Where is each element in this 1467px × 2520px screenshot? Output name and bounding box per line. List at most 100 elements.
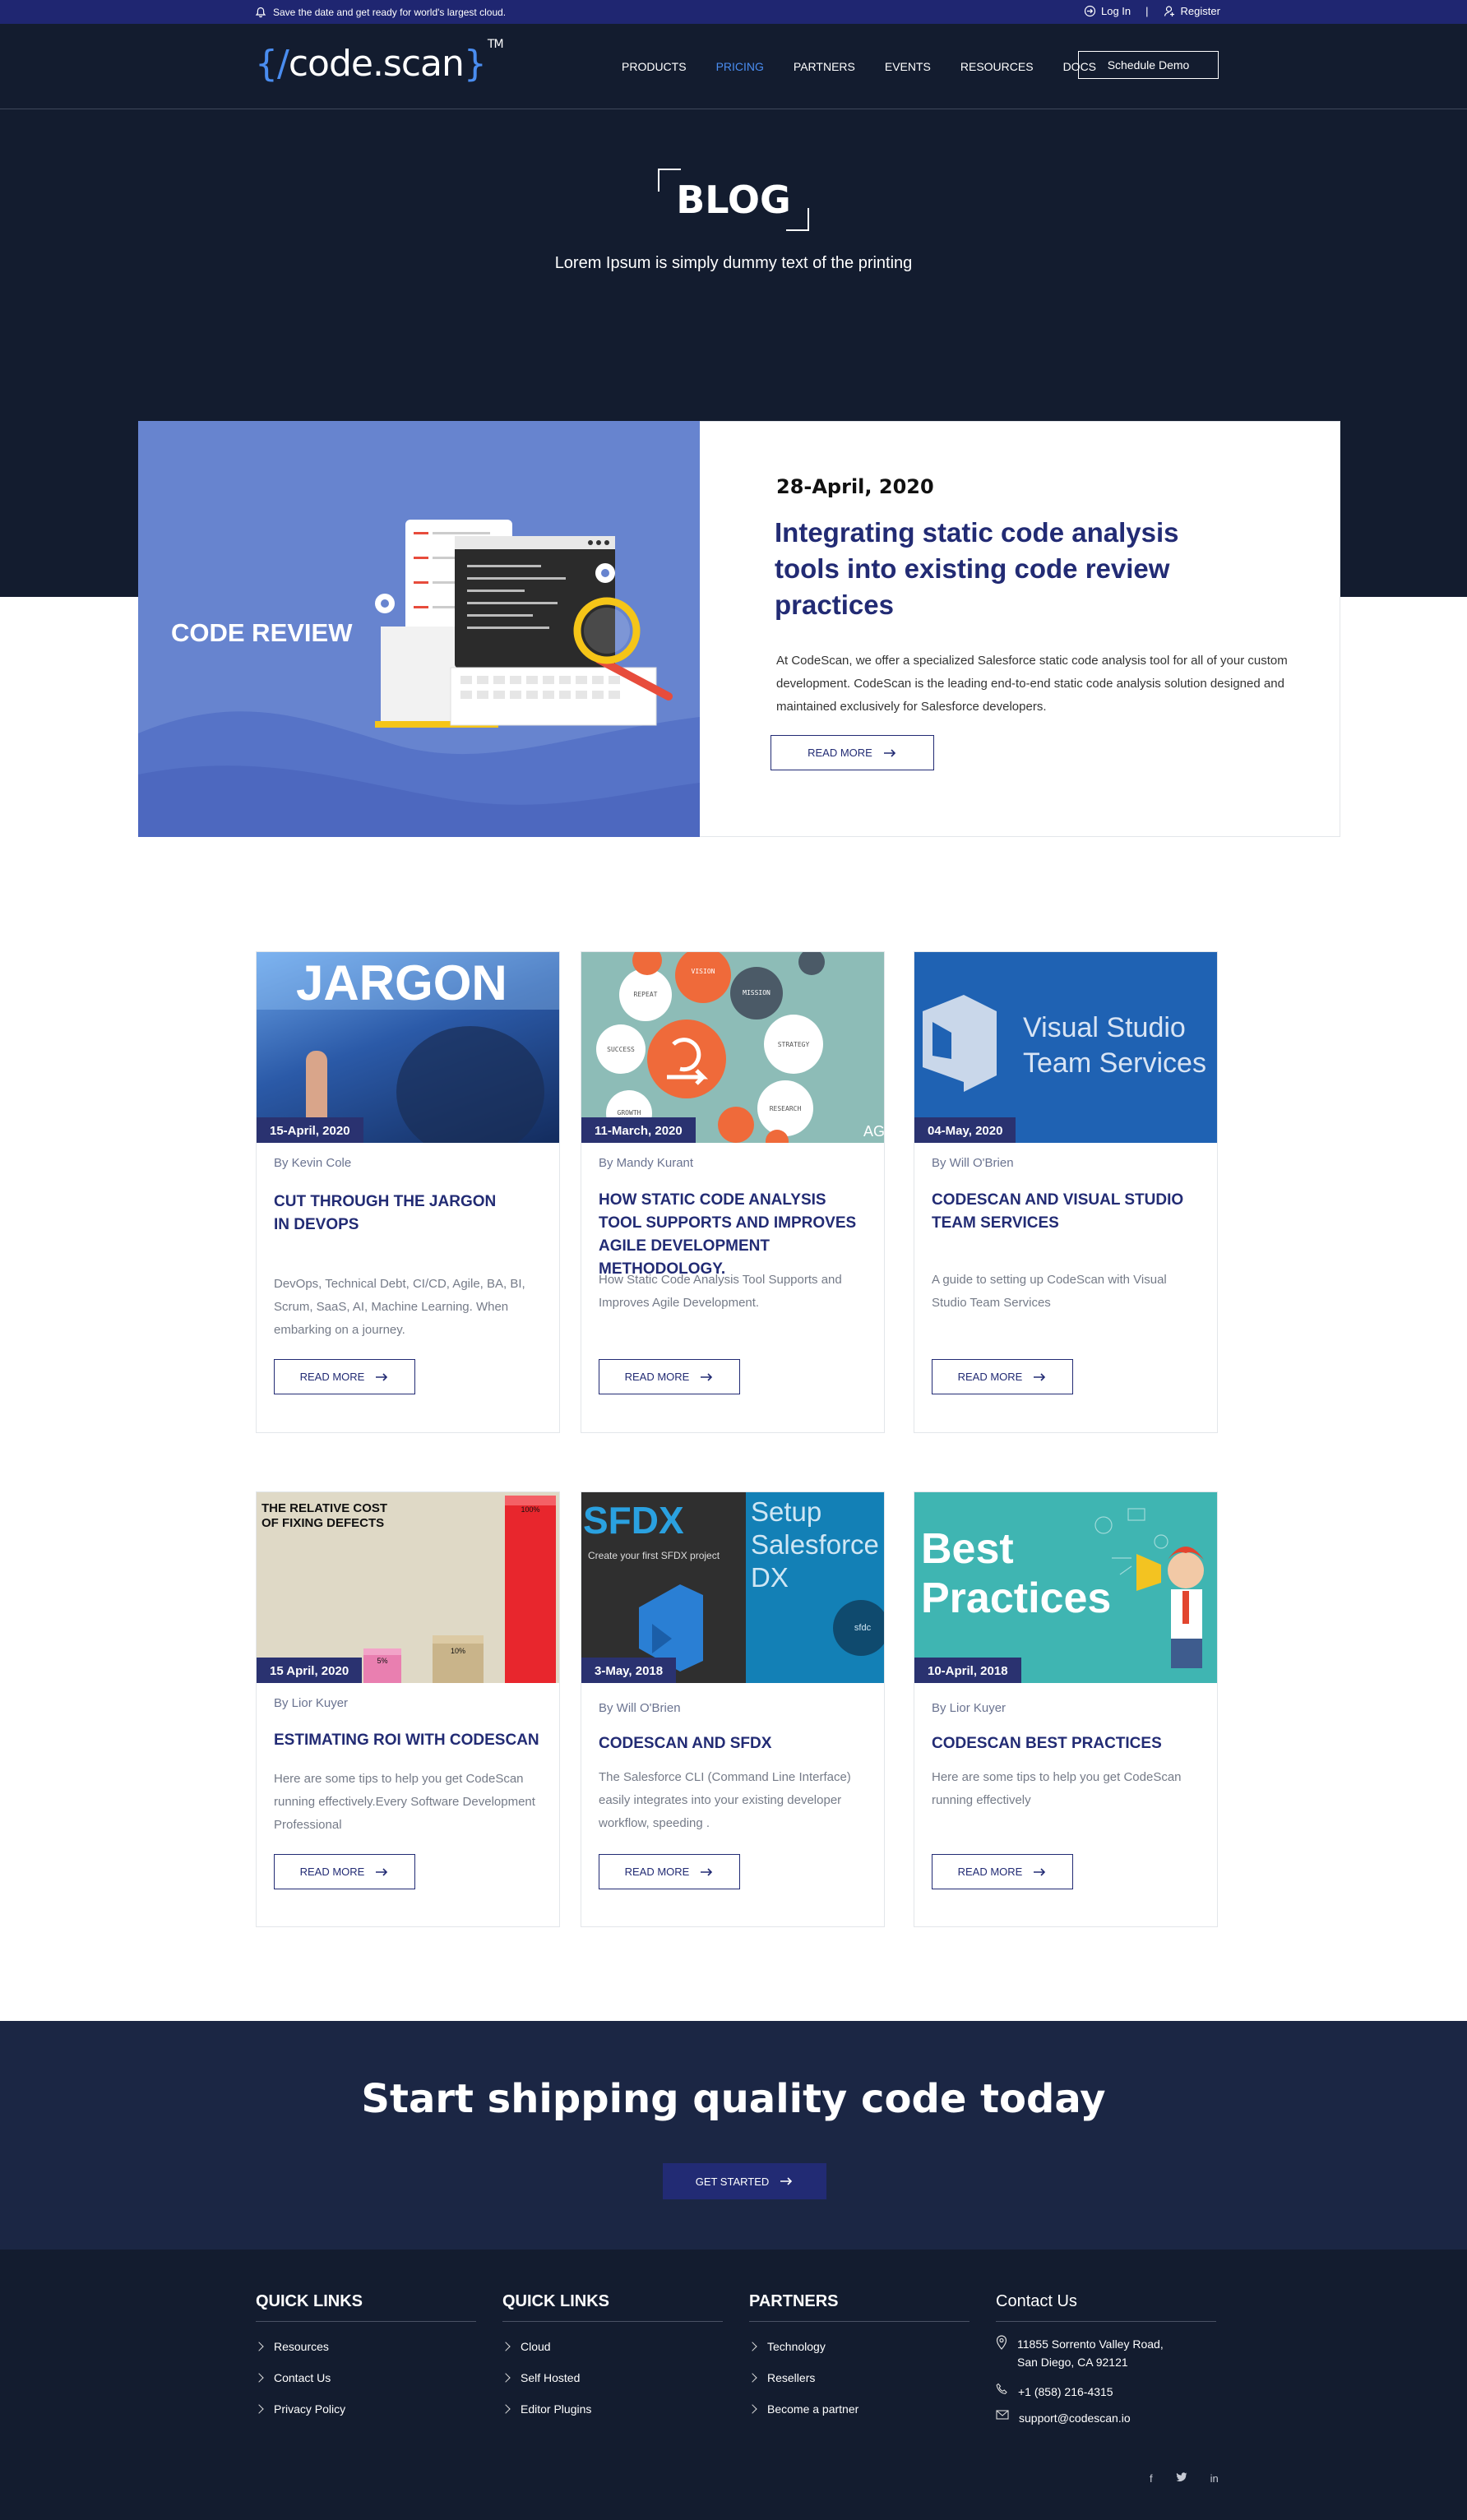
blog-card: JARGON 15-April, 2020 By Kevin Cole CUT … xyxy=(256,951,560,1433)
card-author: By Will O'Brien xyxy=(599,1701,681,1715)
card-description: DevOps, Technical Debt, CI/CD, Agile, BA… xyxy=(274,1277,525,1337)
card-thumb-text: JARGON xyxy=(296,955,507,1010)
phone-icon xyxy=(996,2383,1007,2394)
card-title[interactable]: CUT THROUGH THE JARGON IN DEVOPS xyxy=(274,1191,512,1237)
thumb-word: STRATEGY xyxy=(778,1041,810,1048)
featured-title[interactable]: Integrating static code analysis tools i… xyxy=(775,515,1235,623)
featured-image-label: CODE REVIEW xyxy=(171,618,353,647)
relative-cost-chart: THE RELATIVE COST OF FIXING DEFECTS 5% 1… xyxy=(261,1496,556,1683)
footer-column-quick-links-2: QUICK LINKS Cloud Self Hosted Editor Plu… xyxy=(501,2292,723,2416)
footer-link-label: Technology xyxy=(767,2340,826,2353)
featured-image[interactable]: CODE REVIEW xyxy=(138,421,700,837)
nav-events[interactable]: EVENTS xyxy=(885,60,931,73)
footer-link[interactable]: Cloud xyxy=(501,2340,723,2353)
arrow-right-icon xyxy=(376,1867,388,1876)
chevron-right-icon xyxy=(747,2342,757,2351)
cta-title: Start shipping quality code today xyxy=(361,2076,1106,2122)
footer-link-label: Resources xyxy=(274,2340,329,2353)
footer-address: 11855 Sorrento Valley Road, San Diego, CA… xyxy=(996,2335,1216,2371)
footer-heading: PARTNERS xyxy=(749,2292,970,2322)
footer-link-label: Become a partner xyxy=(767,2402,859,2416)
register-link[interactable]: Register xyxy=(1164,5,1220,17)
card-thumbnail[interactable]: JARGON 15-April, 2020 xyxy=(257,952,559,1143)
footer-link[interactable]: Technology xyxy=(747,2340,970,2353)
blog-card: VISION REPEAT MISSION SUCCESS STRATEGY G… xyxy=(581,951,885,1433)
footer-link-label: Self Hosted xyxy=(521,2371,581,2384)
nav-resources[interactable]: RESOURCES xyxy=(960,60,1034,73)
arrow-right-icon xyxy=(780,2177,793,2185)
card-title[interactable]: CODESCAN BEST PRACTICES xyxy=(932,1732,1203,1755)
linkedin-icon[interactable]: in xyxy=(1210,2472,1219,2485)
card-thumbnail[interactable]: VISION REPEAT MISSION SUCCESS STRATEGY G… xyxy=(581,952,884,1143)
thumb-word: SUCCESS xyxy=(607,1046,635,1053)
card-title[interactable]: CODESCAN AND SFDX xyxy=(599,1732,870,1755)
footer-column-partners: PARTNERS Technology Resellers Become a p… xyxy=(747,2292,970,2416)
facebook-icon[interactable]: f xyxy=(1150,2472,1153,2485)
email-address: support@codescan.io xyxy=(1019,2411,1131,2425)
card-read-more-button[interactable]: READ MORE xyxy=(932,1854,1073,1889)
get-started-button[interactable]: GET STARTED xyxy=(663,2163,826,2199)
card-author: By Lior Kuyer xyxy=(274,1696,349,1710)
logo-bracket-open: {/ xyxy=(255,43,289,85)
card-description: The Salesforce CLI (Command Line Interfa… xyxy=(599,1770,851,1830)
card-thumb-line2: OF FIXING DEFECTS xyxy=(261,1516,384,1530)
main-nav: PRODUCTS PRICING PARTNERS EVENTS RESOURC… xyxy=(622,60,1126,73)
read-more-label: READ MORE xyxy=(624,1371,690,1383)
footer-heading: QUICK LINKS xyxy=(256,2292,476,2322)
footer-link[interactable]: Editor Plugins xyxy=(501,2402,723,2416)
code-review-illustration: CODE REVIEW xyxy=(138,520,700,837)
card-thumbnail[interactable]: Best Practices 10-April, 2018 xyxy=(914,1492,1217,1683)
footer-link[interactable]: Resellers xyxy=(747,2371,970,2384)
footer-column-quick-links: QUICK LINKS Resources Contact Us Privacy… xyxy=(254,2292,476,2416)
card-title[interactable]: CODESCAN AND VISUAL STUDIO TEAM SERVICES xyxy=(932,1189,1203,1235)
chevron-right-icon xyxy=(501,2404,511,2414)
nav-pricing[interactable]: PRICING xyxy=(716,60,764,73)
logo[interactable]: {/code.scan} TM xyxy=(255,38,504,85)
footer-phone[interactable]: +1 (858) 216-4315 xyxy=(996,2383,1216,2401)
footer-link[interactable]: Become a partner xyxy=(747,2402,970,2416)
card-date: 04-May, 2020 xyxy=(914,1117,1016,1143)
address-line: 11855 Sorrento Valley Road, xyxy=(1017,2337,1164,2351)
card-thumbnail[interactable]: Visual Studio Team Services 04-May, 2020 xyxy=(914,952,1217,1143)
page-title: BLOG xyxy=(676,178,791,222)
card-author: By Lior Kuyer xyxy=(932,1701,1007,1715)
footer-heading: Contact Us xyxy=(996,2292,1216,2322)
card-thumbnail[interactable]: THE RELATIVE COST OF FIXING DEFECTS 5% 1… xyxy=(257,1492,559,1683)
card-author: By Mandy Kurant xyxy=(599,1156,694,1170)
nav-partners[interactable]: PARTNERS xyxy=(794,60,855,73)
footer-link[interactable]: Resources xyxy=(254,2340,476,2353)
card-read-more-button[interactable]: READ MORE xyxy=(274,1359,415,1394)
footer-link[interactable]: Self Hosted xyxy=(501,2371,723,2384)
card-read-more-button[interactable]: READ MORE xyxy=(599,1854,740,1889)
footer-link[interactable]: Contact Us xyxy=(254,2371,476,2384)
nav-products[interactable]: PRODUCTS xyxy=(622,60,687,73)
read-more-label: READ MORE xyxy=(808,747,872,759)
envelope-icon xyxy=(996,2410,1009,2420)
card-title[interactable]: HOW STATIC CODE ANALYSIS TOOL SUPPORTS A… xyxy=(599,1189,870,1281)
featured-read-more-button[interactable]: READ MORE xyxy=(771,735,934,770)
thumb-word: REPEAT xyxy=(634,991,658,998)
login-link[interactable]: Log In xyxy=(1084,5,1131,17)
chevron-right-icon xyxy=(501,2342,511,2351)
card-date: 10-April, 2018 xyxy=(914,1658,1021,1683)
card-thumb-line1: Visual Studio xyxy=(1023,1012,1186,1043)
card-read-more-button[interactable]: READ MORE xyxy=(932,1359,1073,1394)
schedule-demo-button[interactable]: Schedule Demo xyxy=(1078,51,1219,79)
footer xyxy=(0,2250,1467,2520)
featured-date: 28-April, 2020 xyxy=(776,475,934,498)
card-title[interactable]: ESTIMATING ROI WITH CODESCAN xyxy=(274,1729,545,1752)
footer-email[interactable]: support@codescan.io xyxy=(996,2409,1216,2427)
chevron-right-icon xyxy=(747,2404,757,2414)
thumb-word: RESEARCH xyxy=(770,1105,802,1112)
card-read-more-button[interactable]: READ MORE xyxy=(274,1854,415,1889)
card-read-more-button[interactable]: READ MORE xyxy=(599,1359,740,1394)
card-description: A guide to setting up CodeScan with Visu… xyxy=(932,1273,1167,1310)
card-date: 15 April, 2020 xyxy=(257,1658,363,1683)
logo-bracket-close: } xyxy=(463,43,487,85)
twitter-icon[interactable] xyxy=(1176,2472,1187,2485)
announcement-text: Save the date and get ready for world's … xyxy=(273,7,507,18)
jargon-illustration: JARGON xyxy=(257,952,559,1143)
footer-link[interactable]: Privacy Policy xyxy=(254,2402,476,2416)
card-thumbnail[interactable]: SFDX Create your first SFDX project Setu… xyxy=(581,1492,884,1683)
card-date: 3-May, 2018 xyxy=(581,1658,677,1683)
